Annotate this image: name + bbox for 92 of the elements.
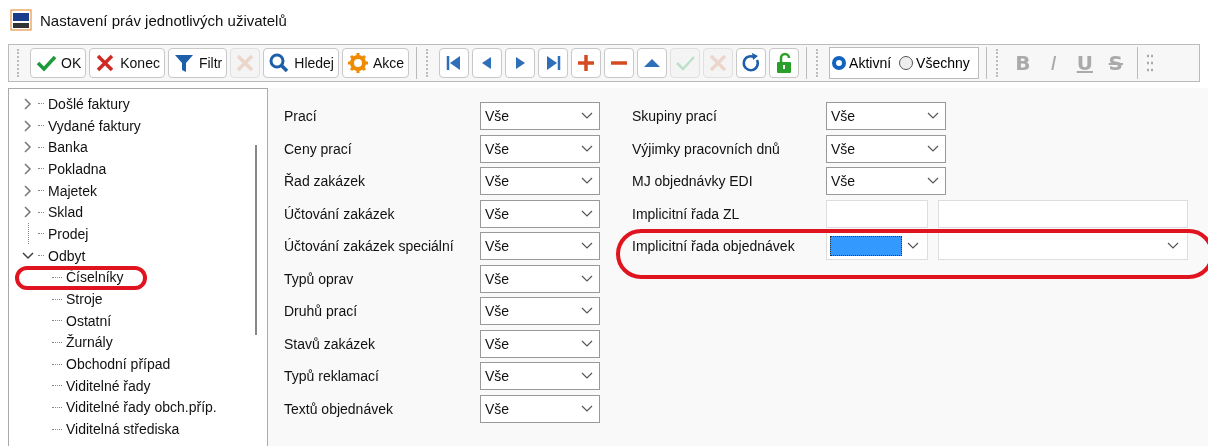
input-field[interactable] [938,199,1188,228]
field-label: MJ objednávky EDI [632,173,754,189]
chevron-down-icon [927,112,939,120]
field-label: Účtování zakázek speciální [284,238,455,254]
dropdown[interactable]: Vše [480,199,600,228]
dropdown[interactable]: Vše [480,297,600,325]
tree-item[interactable]: Žurnály [65,334,114,351]
field-label: Typů reklamací [284,368,380,384]
chevron-down-icon [1167,242,1179,250]
chevron-down-icon [581,372,593,380]
field-label: Výjimky pracovních dnů [632,140,781,157]
toolbar-button[interactable] [472,48,503,78]
field-label: Skupiny prací [632,108,718,124]
toolbar-button[interactable]: Filtr [167,48,228,78]
tree-item[interactable]: Obchodní případ [65,356,172,373]
chevron-down-icon [581,339,593,348]
tree-item[interactable]: Viditelné řady obch.příp. [65,399,218,416]
search-icon [268,52,291,74]
expander-icon[interactable] [24,97,32,110]
expander-icon[interactable] [24,119,32,132]
dropdown[interactable]: Vše [826,102,946,130]
toolbar-button[interactable] [736,48,767,78]
tree-item[interactable]: Viditelná střediska [65,421,181,438]
tree-item[interactable]: Číselníky [65,269,125,286]
tree-item[interactable]: Viditelné řady [65,377,152,394]
chevron-down-icon [581,112,593,120]
dropdown[interactable]: Vše [480,264,600,293]
field-label: Implicitní řada ZL [632,205,741,222]
tree-item[interactable]: Majetek [47,182,99,199]
dropdown[interactable]: Vše [480,102,600,130]
toolbar-button[interactable] [571,48,602,78]
chevron-down-icon [581,209,593,218]
field-label: Stavů zakázek [284,335,377,352]
expander-icon[interactable] [24,206,32,219]
dropdown[interactable]: Vše [480,167,600,195]
chevron-down-icon [927,144,939,153]
filter-radio[interactable]: Všechny [899,55,970,71]
chevron-down-icon [907,242,919,250]
filter-icon [172,52,195,74]
toolbar-button[interactable]: OK [30,48,87,78]
expander-icon[interactable] [24,162,32,175]
field-label: Typů oprav [284,270,355,287]
toolbar-button[interactable] [505,48,536,78]
toolbar-button[interactable] [538,48,569,78]
expander-icon[interactable] [24,141,32,154]
chevron-down-icon [581,307,593,315]
field-label: Účtování zakázek [284,205,396,222]
toolbar-button[interactable]: Hledej [263,48,339,78]
toolbar-button[interactable] [637,48,668,78]
expander-icon[interactable] [22,251,34,260]
tree-item[interactable]: Odbyt [47,247,87,264]
chevron-down-icon [581,177,593,185]
toolbar-button[interactable]: Konec [89,48,165,78]
tree-item[interactable]: Ostatní [65,312,113,329]
tree-item[interactable]: Banka [47,139,89,156]
toolbar-button[interactable] [604,48,635,78]
window-title: Nastavení práv jednotlivých uživatelů [40,11,287,29]
chevron-down-icon [581,404,593,413]
dropdown[interactable]: Vše [826,167,946,195]
gear-icon [346,52,369,74]
chevron-down-icon [581,144,593,153]
chevron-down-icon [927,177,939,185]
input-field[interactable] [826,199,928,228]
app-logo-icon [10,9,32,31]
dropdown[interactable]: Vše [480,329,600,358]
dropdown[interactable]: Vše [480,232,600,260]
field-label: Ceny prací [284,140,353,157]
chevron-down-icon [581,242,593,250]
tree-item[interactable]: Vydané faktury [47,117,142,134]
field-label: Prací [284,108,318,124]
filter-radio[interactable]: Aktivní [832,55,892,71]
field-label: Textů objednávek [284,400,394,417]
toolbar-button[interactable] [769,48,800,78]
tree-item[interactable]: Stroje [65,291,104,308]
dropdown[interactable]: Vše [826,134,946,163]
chevron-down-icon [581,274,593,283]
field-label: Implicitní řada objednávek [632,238,796,254]
dropdown[interactable]: Vše [480,362,600,390]
tree-item[interactable]: Došlé faktury [47,95,131,112]
field-label: Druhů prací [284,303,359,319]
tree-item[interactable]: Pokladna [47,160,108,177]
toolbar-button[interactable] [439,48,470,78]
expander-icon[interactable] [24,184,32,197]
dropdown[interactable] [826,232,928,260]
field-label: Řad zakázek [284,173,366,189]
tree-item[interactable]: Sklad [47,204,85,221]
scrollbar[interactable] [255,145,257,335]
toolbar-button[interactable]: Akce [341,48,410,78]
minus-icon [611,61,628,65]
dropdown[interactable]: Vše [480,134,600,163]
dropdown[interactable]: Vše [480,394,600,423]
tree-item[interactable]: Prodej [47,225,90,242]
